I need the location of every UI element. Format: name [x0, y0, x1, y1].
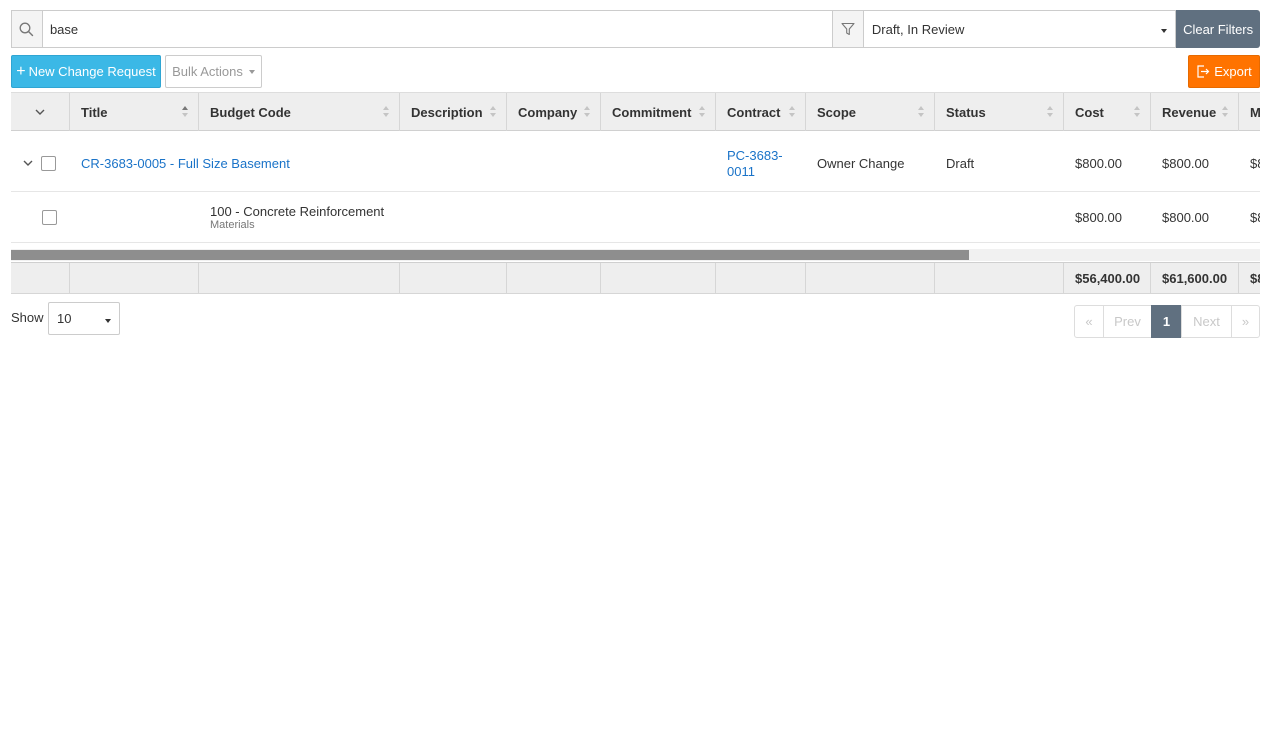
- truncated-cell: $8: [1250, 156, 1260, 171]
- total-truncated: $8: [1239, 263, 1260, 294]
- row-controls: [11, 136, 70, 191]
- sort-icon: [1047, 106, 1054, 118]
- search-input[interactable]: [41, 10, 833, 48]
- cost-cell: $800.00: [1075, 209, 1122, 225]
- row-checkbox[interactable]: [41, 156, 56, 171]
- sort-icon: [182, 106, 189, 118]
- status-filter-value: Draft, In Review: [871, 21, 965, 37]
- expand-all-toggle[interactable]: [11, 93, 70, 131]
- last-page-button[interactable]: »: [1231, 305, 1260, 338]
- column-commitment[interactable]: Commitment: [601, 93, 716, 131]
- column-status[interactable]: Status: [935, 93, 1064, 131]
- budget-code-cell: 100 - Concrete Reinforcement Materials: [199, 192, 400, 242]
- chevron-down-icon[interactable]: [23, 160, 33, 167]
- totals-empty: [507, 263, 601, 294]
- table-header: Title Budget Code Description Company Co…: [11, 92, 1260, 131]
- clear-filters-button[interactable]: Clear Filters: [1176, 10, 1261, 48]
- column-budget-code[interactable]: Budget Code: [199, 93, 400, 131]
- bulk-actions-button[interactable]: Bulk Actions: [165, 55, 262, 88]
- revenue-cell: $800.00: [1162, 156, 1209, 171]
- plus-icon: +: [16, 63, 26, 80]
- total-cost: $56,400.00: [1064, 263, 1151, 294]
- change-request-title-link[interactable]: CR-3683-0005 - Full Size Basement: [70, 136, 400, 191]
- column-scope[interactable]: Scope: [806, 93, 935, 131]
- cost-cell: $800.00: [1075, 156, 1122, 171]
- next-page-button[interactable]: Next: [1181, 305, 1232, 338]
- revenue-cell: $800.00: [1162, 209, 1209, 225]
- scrollbar-thumb[interactable]: [11, 250, 969, 260]
- sort-icon: [490, 106, 497, 118]
- sort-icon: [789, 106, 796, 118]
- page-size-value: 10: [57, 311, 72, 326]
- new-change-request-label: New Change Request: [28, 64, 156, 79]
- totals-empty: [400, 263, 507, 294]
- totals-empty: [601, 263, 716, 294]
- sort-icon: [1222, 106, 1229, 118]
- totals-empty: [806, 263, 935, 294]
- table-row: 100 - Concrete Reinforcement Materials $…: [11, 192, 1260, 243]
- totals-empty: [935, 263, 1064, 294]
- total-revenue: $61,600.00: [1151, 263, 1239, 294]
- scope-cell: Owner Change: [817, 156, 905, 171]
- contract-link[interactable]: PC-3683-0011: [716, 136, 786, 191]
- status-cell: Draft: [946, 156, 975, 171]
- totals-empty: [716, 263, 806, 294]
- export-button[interactable]: Export: [1188, 55, 1260, 88]
- totals-empty: [70, 263, 199, 294]
- page-size-select[interactable]: 10: [48, 302, 120, 335]
- chevron-down-icon: [1161, 29, 1168, 33]
- column-company[interactable]: Company: [507, 93, 601, 131]
- table-row: CR-3683-0005 - Full Size Basement PC-368…: [11, 136, 1260, 192]
- horizontal-scrollbar[interactable]: [11, 249, 1260, 261]
- filter-icon: [832, 10, 864, 48]
- row-checkbox[interactable]: [42, 209, 57, 225]
- prev-page-button[interactable]: Prev: [1103, 305, 1152, 338]
- totals-empty: [11, 263, 70, 294]
- truncated-cell: $8: [1250, 209, 1260, 225]
- page-size-label: Show: [11, 310, 44, 325]
- change-requests-table: Title Budget Code Description Company Co…: [11, 92, 1260, 294]
- chevron-down-icon: [35, 109, 45, 115]
- search-icon: [11, 10, 42, 48]
- new-change-request-button[interactable]: + New Change Request: [11, 55, 161, 88]
- sort-icon: [918, 106, 925, 118]
- sort-icon: [699, 106, 706, 118]
- sort-icon: [584, 106, 591, 118]
- pagination: « Prev 1 Next »: [1074, 305, 1260, 338]
- totals-empty: [199, 263, 400, 294]
- status-filter-select[interactable]: Draft, In Review: [863, 10, 1177, 48]
- budget-code-type: Materials: [210, 218, 255, 231]
- chevron-down-icon: [105, 318, 111, 323]
- budget-code-text: 100 - Concrete Reinforcement: [210, 203, 385, 219]
- search-bar: Draft, In Review Clear Filters: [11, 10, 1261, 48]
- column-description[interactable]: Description: [400, 93, 507, 131]
- column-revenue[interactable]: Revenue: [1151, 93, 1239, 131]
- chevron-down-icon: [248, 70, 255, 74]
- column-truncated[interactable]: M: [1239, 93, 1260, 131]
- page-1-button[interactable]: 1: [1151, 305, 1182, 338]
- row-controls: [11, 192, 70, 242]
- column-contract[interactable]: Contract: [716, 93, 806, 131]
- export-icon: [1197, 65, 1210, 78]
- export-label: Export: [1214, 64, 1252, 79]
- totals-row: $56,400.00 $61,600.00 $8: [11, 262, 1260, 294]
- column-title[interactable]: Title: [70, 93, 199, 131]
- first-page-button[interactable]: «: [1074, 305, 1104, 338]
- bulk-actions-label: Bulk Actions: [172, 64, 243, 79]
- sort-icon: [1134, 106, 1141, 118]
- column-cost[interactable]: Cost: [1064, 93, 1151, 131]
- sort-icon: [383, 106, 390, 118]
